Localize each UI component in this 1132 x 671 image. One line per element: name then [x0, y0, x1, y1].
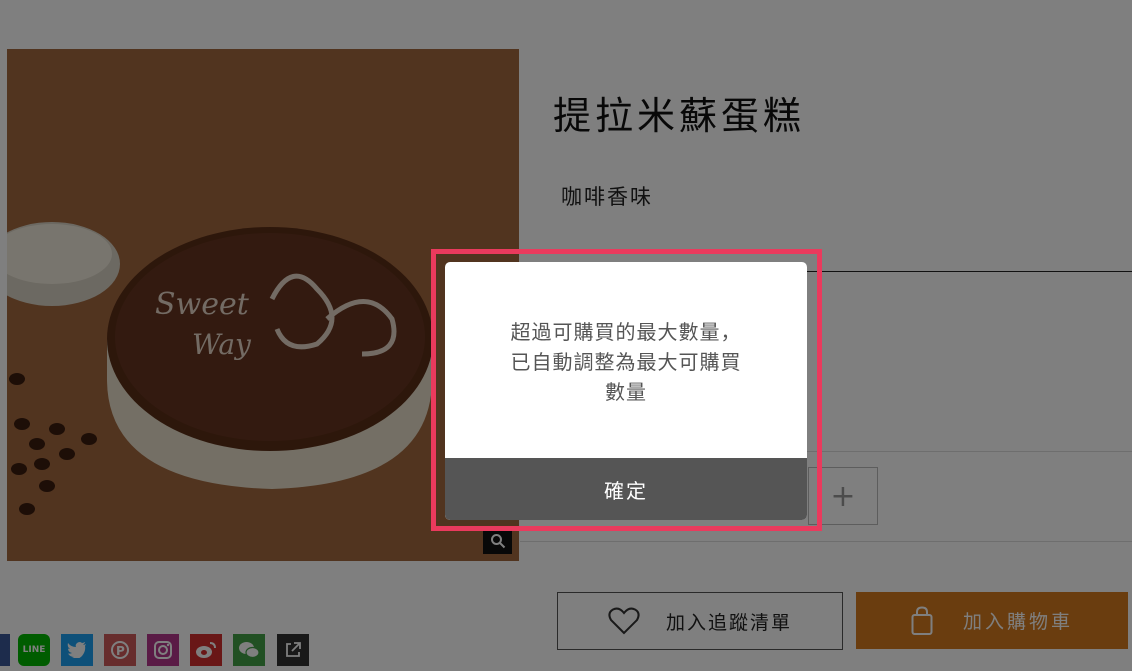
max-quantity-dialog: 超過可購買的最大數量， 已自動調整為最大可購買 數量 確定: [445, 262, 807, 520]
dialog-message-line: 數量: [605, 380, 647, 404]
confirm-button[interactable]: 確定: [445, 458, 807, 520]
dialog-message-line: 超過可購買的最大數量，: [510, 320, 742, 344]
dialog-message-line: 已自動調整為最大可購買: [510, 350, 742, 374]
dialog-message: 超過可購買的最大數量， 已自動調整為最大可購買 數量: [445, 317, 807, 407]
